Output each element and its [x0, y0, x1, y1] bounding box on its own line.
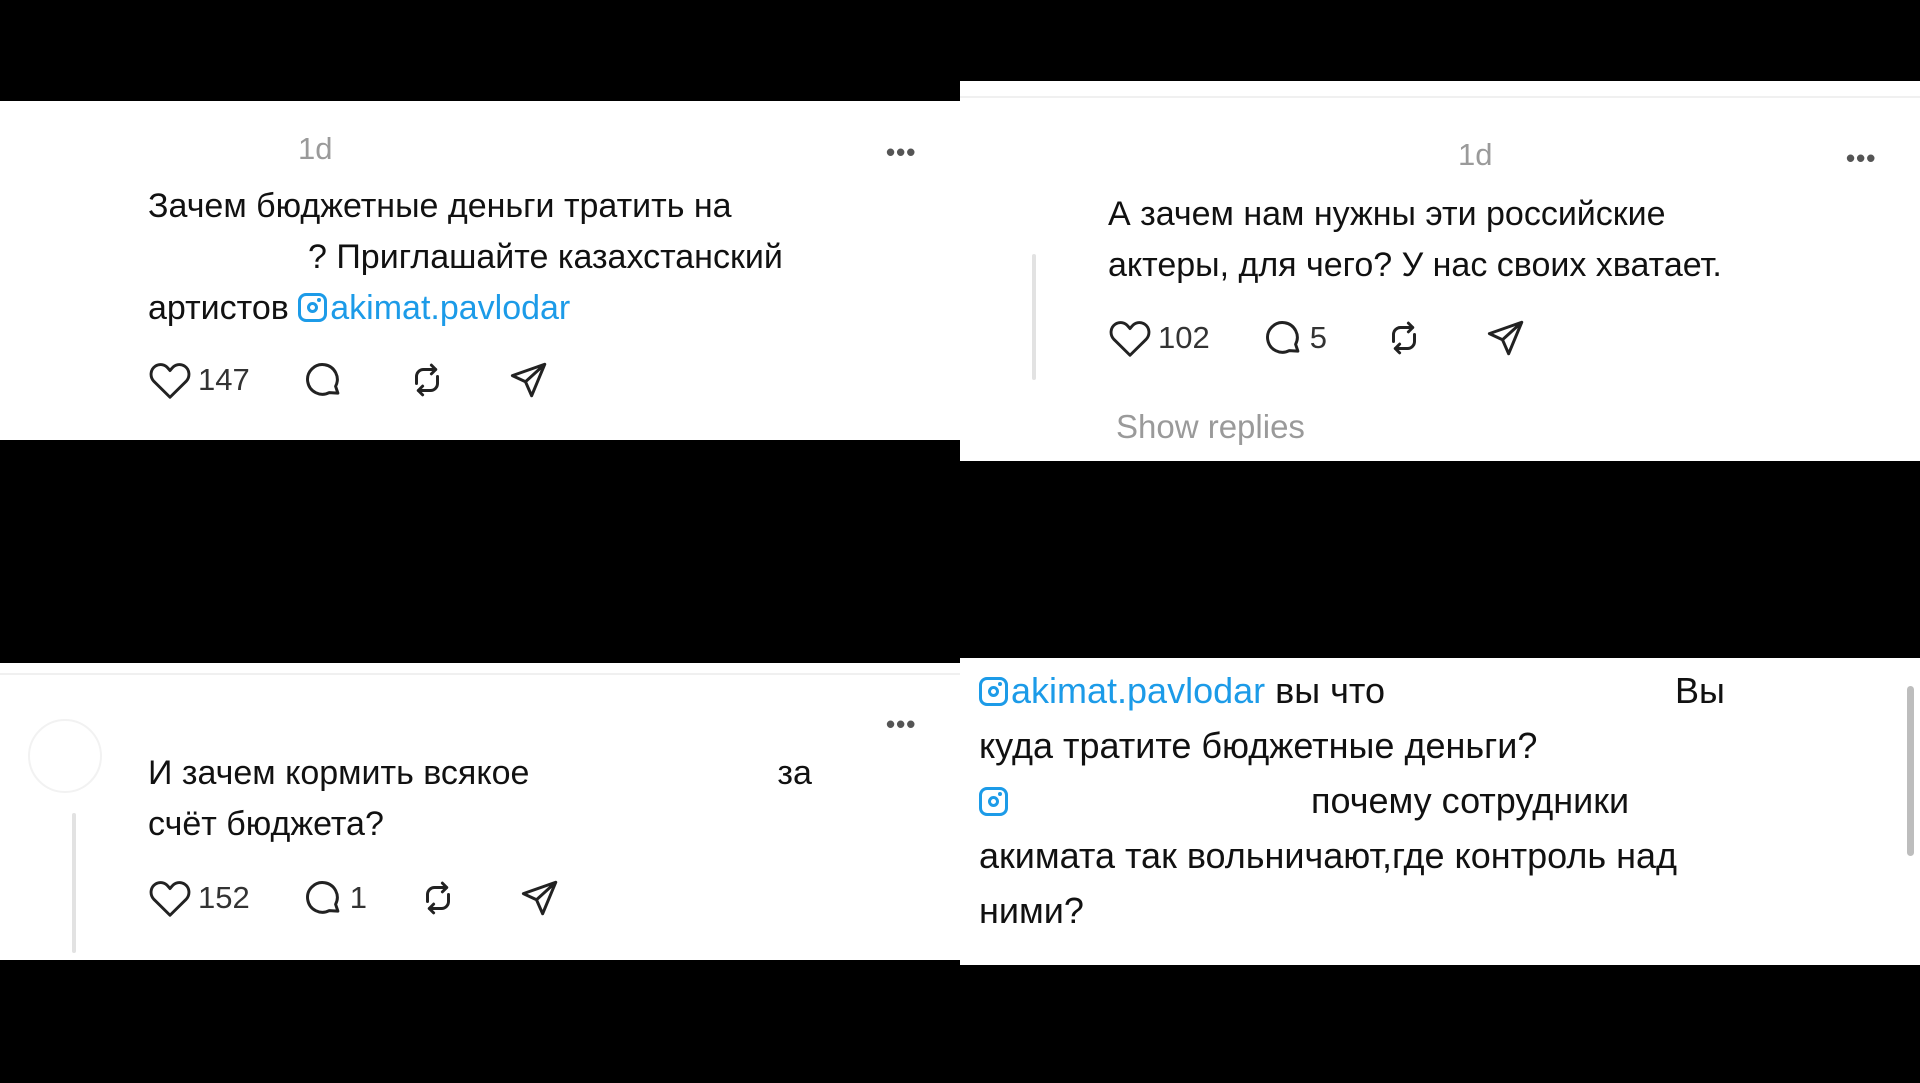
scrollbar[interactable] [1907, 686, 1914, 856]
post-actions: 102 5 [1108, 317, 1527, 359]
post-text: И зачем кормить всякое за счёт бюджета? [148, 748, 812, 850]
post-card-1: 1d ••• Зачем бюджетные деньги тратить на… [0, 101, 960, 440]
mention-handle: akimat.pavlodar [1011, 670, 1266, 711]
avatar[interactable] [28, 719, 102, 793]
instagram-icon [298, 293, 328, 322]
instagram-icon [979, 787, 1008, 816]
more-icon[interactable]: ••• [886, 137, 916, 168]
comment-text-line: акимата так вольничают,где контроль над [979, 835, 1678, 876]
like-button[interactable]: 147 [148, 360, 250, 400]
more-icon[interactable]: ••• [886, 709, 916, 740]
post-text-line: А зачем нам нужны эти российские [1108, 195, 1666, 233]
comment-text-line: почему сотрудники [979, 773, 1725, 828]
comment-card-4: akimat.pavlodar вы что Вы куда тратите бю… [960, 658, 1920, 965]
comment-count: 5 [1309, 320, 1327, 355]
post-text: Зачем бюджетные деньги тратить на ? Приг… [148, 181, 783, 334]
post-text-line: И зачем кормить всякое за [148, 748, 812, 799]
like-button[interactable]: 152 [148, 878, 250, 918]
comment-button[interactable]: 1 [302, 877, 367, 919]
post-text-line: счёт бюджета? [148, 805, 384, 843]
post-time: 1d [298, 131, 333, 166]
post-card-3: ••• И зачем кормить всякое за счёт бюджет… [0, 663, 960, 960]
post-text-line: артистов akimat.pavlodar [148, 283, 783, 334]
repost-button[interactable] [1383, 317, 1425, 359]
like-count: 152 [198, 880, 250, 915]
like-button[interactable]: 102 [1108, 318, 1210, 358]
instagram-icon [979, 677, 1008, 706]
like-count: 147 [198, 362, 250, 397]
comment-icon [305, 881, 340, 914]
mention-link[interactable] [979, 780, 1011, 821]
post-text-line: ? Приглашайте казахстанский [308, 238, 783, 276]
thread-line [72, 813, 76, 953]
post-card-2: 1d ••• А зачем нам нужны эти российские … [960, 81, 1920, 461]
comment-text-part: вы что [1275, 670, 1386, 711]
comment-icon [305, 363, 340, 396]
heart-icon [149, 881, 191, 917]
post-text-part: за [777, 754, 812, 792]
comment-text-line: куда тратите бюджетные деньги? [979, 725, 1538, 766]
divider [0, 673, 960, 675]
comment-count: 1 [349, 880, 367, 915]
share-button[interactable] [1485, 317, 1527, 359]
repost-button[interactable] [417, 877, 459, 919]
share-button[interactable] [519, 877, 561, 919]
like-count: 102 [1158, 320, 1210, 355]
post-text-line: актеры, для чего? У нас своих хватает. [1108, 246, 1722, 284]
heart-icon [149, 363, 191, 399]
comment-icon [1265, 321, 1300, 354]
repost-icon [414, 363, 439, 397]
comment-text: akimat.pavlodar вы что Вы куда тратите бю… [979, 663, 1725, 938]
heart-icon [1109, 321, 1151, 357]
more-icon[interactable]: ••• [1846, 143, 1876, 174]
thread-line [1032, 254, 1036, 380]
post-text-line: Зачем бюджетные деньги тратить на [148, 187, 732, 225]
post-time: 1d [1458, 137, 1493, 172]
post-actions: 152 1 [148, 877, 561, 919]
repost-icon [1391, 321, 1416, 355]
post-text: А зачем нам нужны эти российские актеры,… [1108, 189, 1722, 291]
post-text-prefix: артистов [148, 289, 299, 327]
mention-link[interactable]: akimat.pavlodar [298, 289, 570, 327]
share-icon [510, 362, 546, 398]
mention-handle: akimat.pavlodar [330, 289, 571, 327]
show-replies-link[interactable]: Show replies [1116, 408, 1305, 446]
share-button[interactable] [508, 359, 550, 401]
comment-text-part: Вы [1675, 670, 1725, 711]
post-actions: 147 [148, 359, 550, 401]
share-icon [1487, 320, 1524, 356]
comment-text-line: ними? [979, 890, 1084, 931]
comment-text-line: akimat.pavlodar вы что Вы [979, 663, 1725, 718]
comment-button[interactable] [302, 359, 344, 401]
share-icon [521, 880, 558, 916]
post-text-part: И зачем кормить всякое [148, 754, 530, 792]
divider [960, 96, 1920, 98]
comment-text-part: почему сотрудники [1311, 780, 1630, 821]
mention-link[interactable]: akimat.pavlodar [979, 670, 1265, 711]
repost-button[interactable] [406, 359, 448, 401]
comment-button[interactable]: 5 [1262, 317, 1327, 359]
repost-icon [425, 881, 450, 915]
